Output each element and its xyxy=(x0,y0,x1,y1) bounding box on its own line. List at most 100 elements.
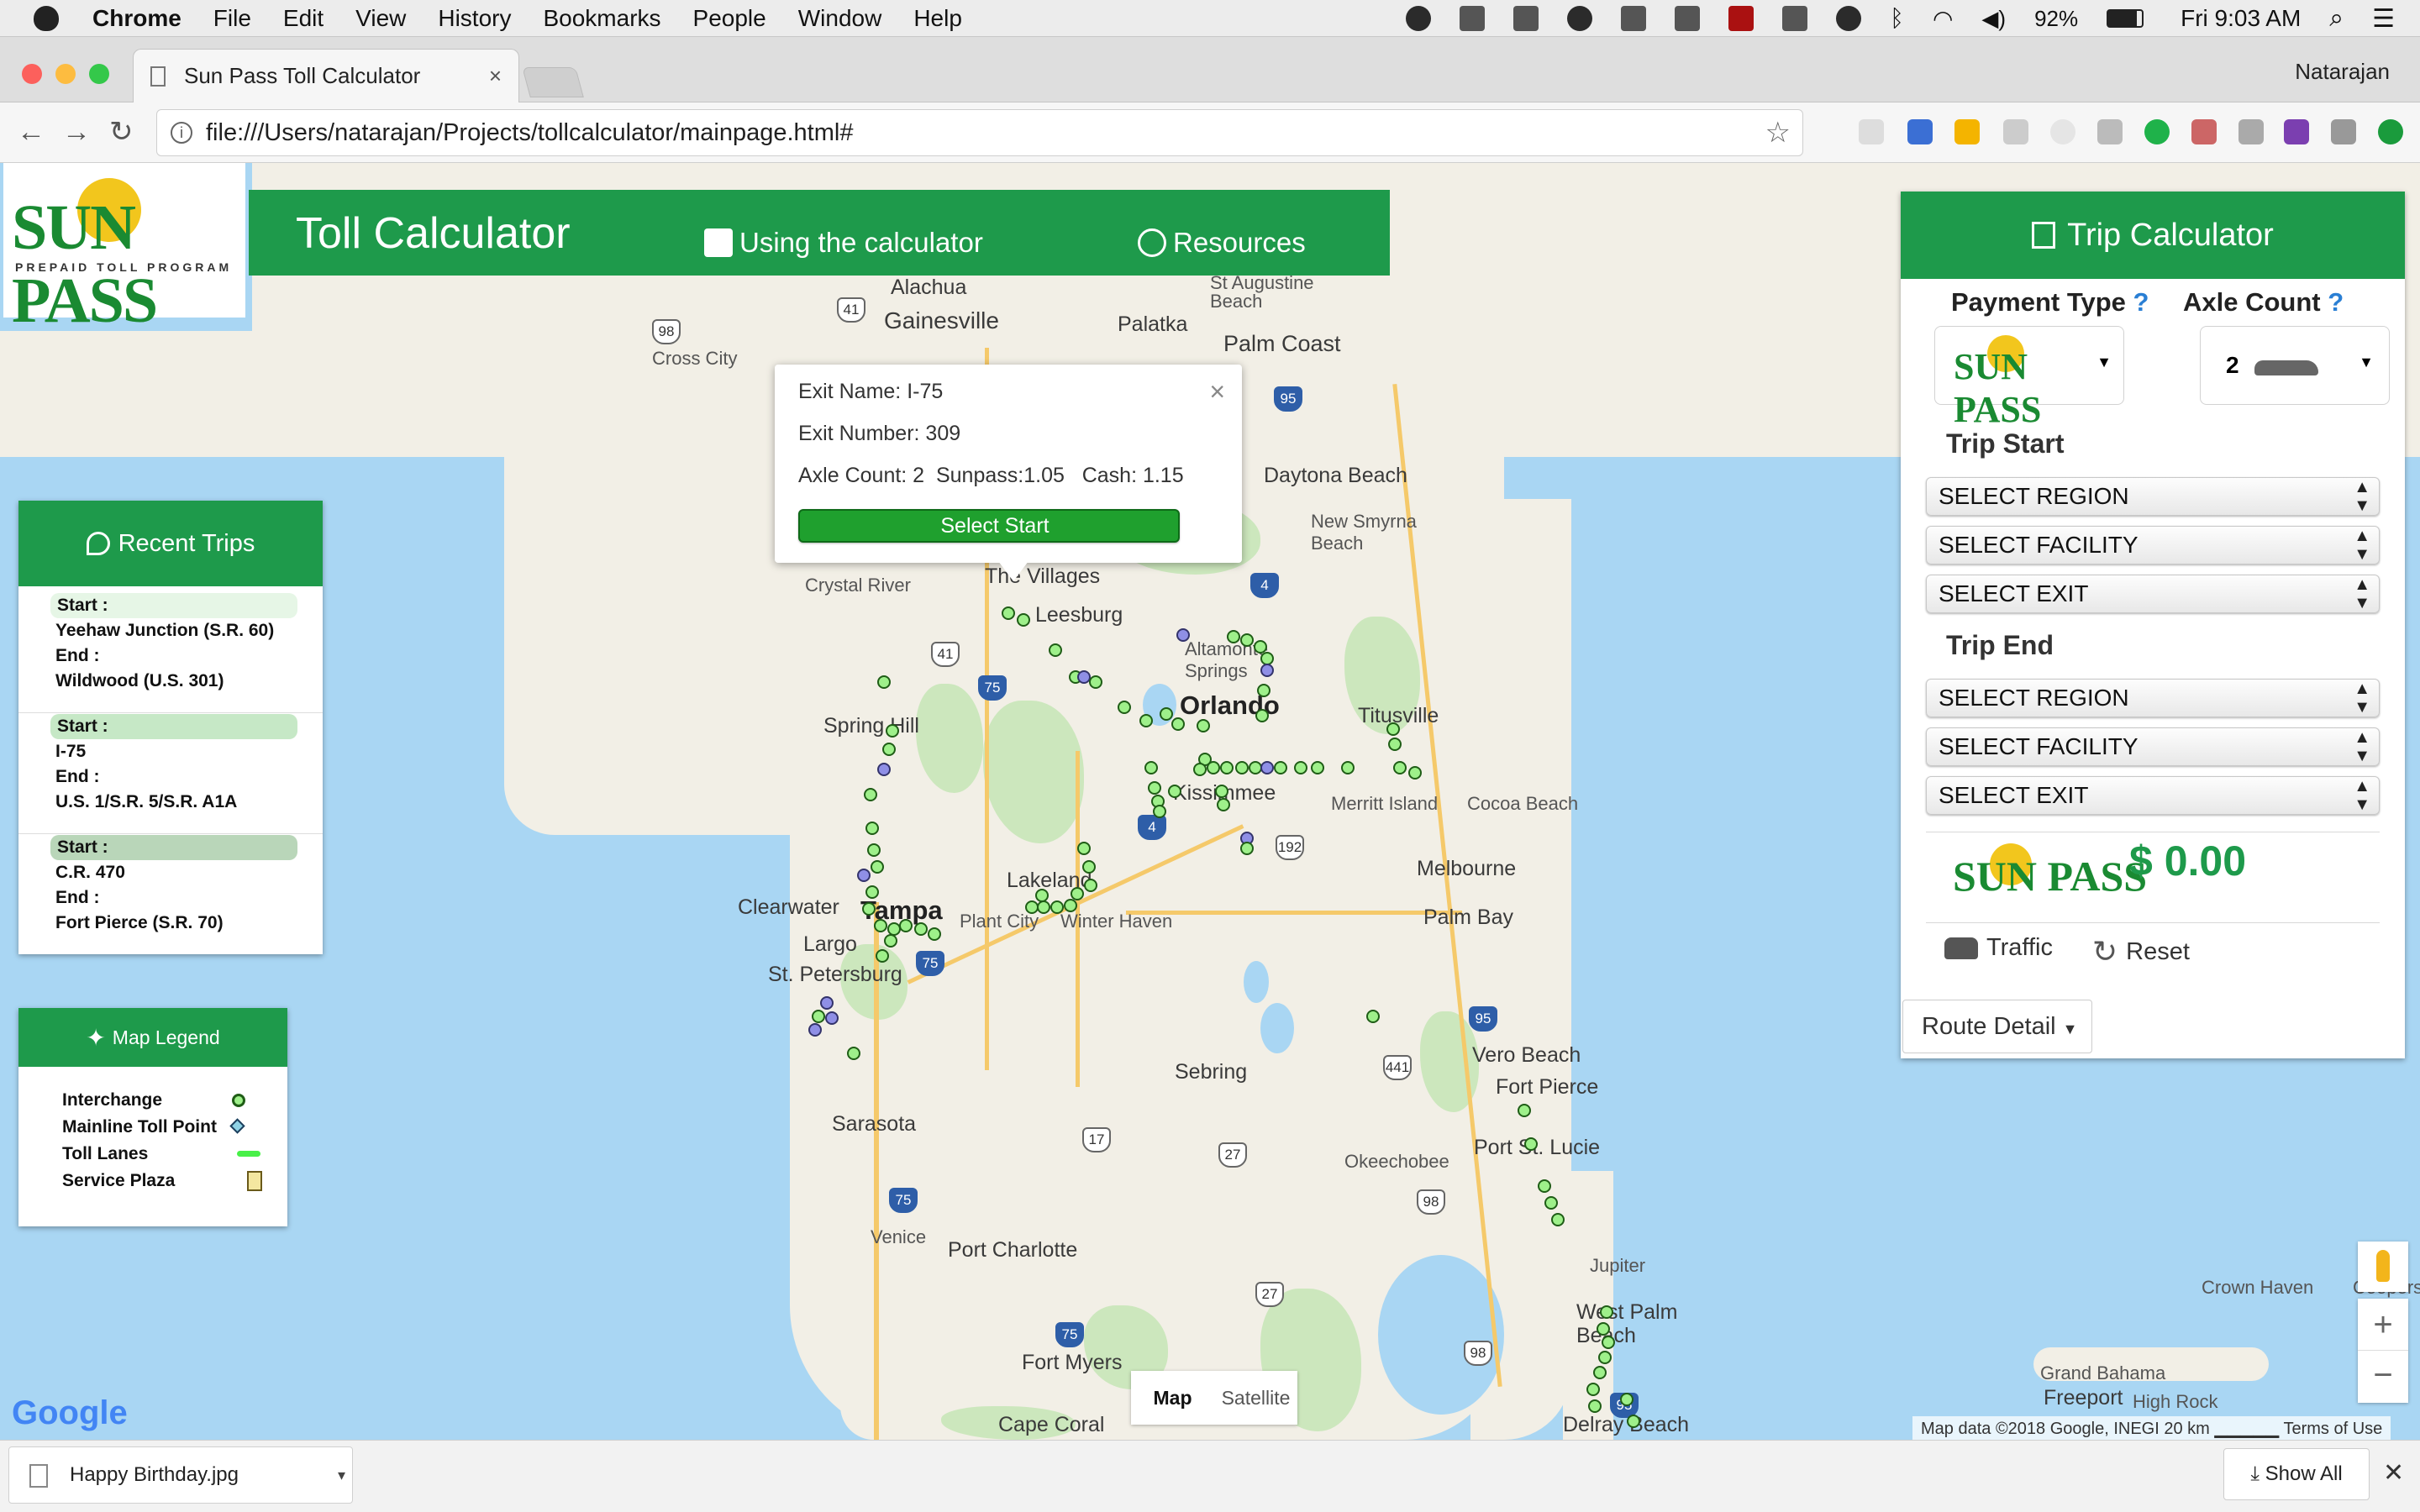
end-region-select[interactable]: SELECT REGION ▲ ▼ xyxy=(1926,679,2380,717)
interchange-marker[interactable] xyxy=(1586,1383,1600,1396)
recent-trip-item[interactable]: Start : Yeehaw Junction (S.R. 60) End : … xyxy=(18,593,323,694)
interchange-marker[interactable] xyxy=(1524,1137,1538,1151)
interchange-marker[interactable] xyxy=(1627,1415,1640,1428)
tab-close-icon[interactable]: × xyxy=(489,63,502,89)
menu-view[interactable]: View xyxy=(355,5,406,32)
interchange-marker[interactable] xyxy=(1017,613,1030,627)
map-type-map-button[interactable]: Map xyxy=(1131,1371,1214,1425)
toll-point-marker[interactable] xyxy=(1176,628,1190,642)
interchange-marker[interactable] xyxy=(1518,1104,1531,1117)
spotlight-search-icon[interactable]: ⌕ xyxy=(2329,4,2344,33)
menu-app-name[interactable]: Chrome xyxy=(92,5,182,32)
interchange-marker[interactable] xyxy=(1602,1336,1615,1349)
new-tab-button[interactable] xyxy=(522,67,584,97)
apple-icon[interactable] xyxy=(34,5,59,31)
interchange-marker[interactable] xyxy=(1207,761,1220,774)
tray-app-icon[interactable] xyxy=(1460,6,1486,31)
interchange-marker[interactable] xyxy=(1294,761,1307,774)
interchange-marker[interactable] xyxy=(1551,1213,1565,1226)
close-download-shelf-icon[interactable]: ✕ xyxy=(2383,1458,2404,1488)
google-drive-icon[interactable] xyxy=(1954,119,1980,144)
select-start-button[interactable]: Select Start xyxy=(798,509,1180,543)
interchange-marker[interactable] xyxy=(867,843,881,857)
zoom-in-button[interactable]: + xyxy=(2358,1299,2408,1351)
clock[interactable]: Fri 9:03 AM xyxy=(2181,5,2301,32)
toll-point-marker[interactable] xyxy=(1260,761,1274,774)
interchange-marker[interactable] xyxy=(1538,1179,1551,1193)
using-calculator-link[interactable]: Using the calculator xyxy=(704,227,983,259)
route-detail-button[interactable]: Route Detail ▼ xyxy=(1902,1000,2092,1053)
menu-history[interactable]: History xyxy=(438,5,511,32)
interchange-marker[interactable] xyxy=(1388,738,1402,751)
sunpass-logo[interactable]: SUN PASS PREPAID TOLL PROGRAM xyxy=(3,163,245,336)
payment-type-dropdown[interactable]: SUN PASS ▼ xyxy=(1934,326,2124,430)
payment-type-help[interactable]: ? xyxy=(2133,287,2149,317)
menu-file[interactable]: File xyxy=(213,5,251,32)
street-view-pegman[interactable] xyxy=(2358,1242,2408,1292)
interchange-marker[interactable] xyxy=(899,919,913,932)
axle-count-dropdown[interactable]: 2 ▼ xyxy=(2200,326,2390,405)
interchange-marker[interactable] xyxy=(1598,1351,1612,1364)
address-bar[interactable]: i file:///Users/natarajan/Projects/tollc… xyxy=(156,109,1803,156)
interchange-marker[interactable] xyxy=(1215,785,1228,798)
interchange-marker[interactable] xyxy=(1366,1010,1380,1023)
interchange-marker[interactable] xyxy=(886,724,899,738)
interchange-marker[interactable] xyxy=(1544,1196,1558,1210)
interchange-marker[interactable] xyxy=(1144,761,1158,774)
interchange-marker[interactable] xyxy=(1064,899,1077,912)
info-icon[interactable]: i xyxy=(171,122,192,144)
interchange-marker[interactable] xyxy=(1341,761,1355,774)
interchange-marker[interactable] xyxy=(1077,842,1091,855)
menu-edit[interactable]: Edit xyxy=(283,5,324,32)
interchange-marker[interactable] xyxy=(1082,860,1096,874)
zoom-window-button[interactable] xyxy=(89,64,109,84)
interchange-marker[interactable] xyxy=(812,1010,825,1023)
download-item[interactable]: Happy Birthday.jpg ▾ xyxy=(8,1446,353,1504)
interchange-marker[interactable] xyxy=(1153,805,1166,818)
interchange-marker[interactable] xyxy=(882,743,896,756)
interchange-marker[interactable] xyxy=(865,822,879,835)
browser-tab[interactable]: Sun Pass Toll Calculator × xyxy=(133,49,519,102)
interchange-marker[interactable] xyxy=(1049,643,1062,657)
volume-icon[interactable]: ◀) xyxy=(1981,6,2006,32)
interchange-marker[interactable] xyxy=(1139,714,1153,727)
extension-icon[interactable] xyxy=(2097,119,2123,144)
bluetooth-icon[interactable]: ᛒ xyxy=(1890,5,1904,32)
resources-link[interactable]: Resources xyxy=(1138,227,1306,259)
start-region-select[interactable]: SELECT REGION ▲ ▼ xyxy=(1926,477,2380,516)
recent-trip-item[interactable]: Start : C.R. 470 End : Fort Pierce (S.R.… xyxy=(18,835,323,936)
interchange-marker[interactable] xyxy=(1160,707,1173,721)
interchange-marker[interactable] xyxy=(1593,1366,1607,1379)
toll-point-marker[interactable] xyxy=(857,869,871,882)
wifi-icon[interactable]: ◠ xyxy=(1933,5,1953,33)
extension-icon[interactable] xyxy=(2003,119,2028,144)
interchange-marker[interactable] xyxy=(1050,900,1064,914)
interchange-marker[interactable] xyxy=(1597,1322,1610,1336)
interchange-marker[interactable] xyxy=(1217,798,1230,811)
zoom-out-button[interactable]: − xyxy=(2358,1351,2408,1403)
interchange-marker[interactable] xyxy=(1311,761,1324,774)
interchange-marker[interactable] xyxy=(1600,1305,1613,1319)
interchange-marker[interactable] xyxy=(864,788,877,801)
interchange-marker[interactable] xyxy=(1168,785,1181,798)
interchange-marker[interactable] xyxy=(1118,701,1131,714)
end-facility-select[interactable]: SELECT FACILITY ▲ ▼ xyxy=(1926,727,2380,766)
interchange-marker[interactable] xyxy=(1220,761,1234,774)
interchange-marker[interactable] xyxy=(847,1047,860,1060)
reload-icon[interactable]: ↻ xyxy=(109,118,134,146)
interchange-marker[interactable] xyxy=(1089,675,1102,689)
interchange-marker[interactable] xyxy=(1148,781,1161,795)
interchange-marker[interactable] xyxy=(928,927,941,941)
tray-app-icon[interactable] xyxy=(1513,6,1539,31)
interchange-marker[interactable] xyxy=(877,675,891,689)
close-window-button[interactable] xyxy=(22,64,42,84)
interchange-marker[interactable] xyxy=(1193,763,1207,776)
start-facility-select[interactable]: SELECT FACILITY ▲ ▼ xyxy=(1926,526,2380,564)
extension-icon[interactable] xyxy=(1859,119,1884,144)
end-exit-select[interactable]: SELECT EXIT ▲ ▼ xyxy=(1926,776,2380,815)
interchange-marker[interactable] xyxy=(1274,761,1287,774)
tray-app-icon[interactable] xyxy=(1621,6,1647,31)
interchange-marker[interactable] xyxy=(1257,684,1270,697)
profile-name[interactable]: Natarajan xyxy=(2295,59,2390,85)
interchange-marker[interactable] xyxy=(1620,1393,1634,1406)
